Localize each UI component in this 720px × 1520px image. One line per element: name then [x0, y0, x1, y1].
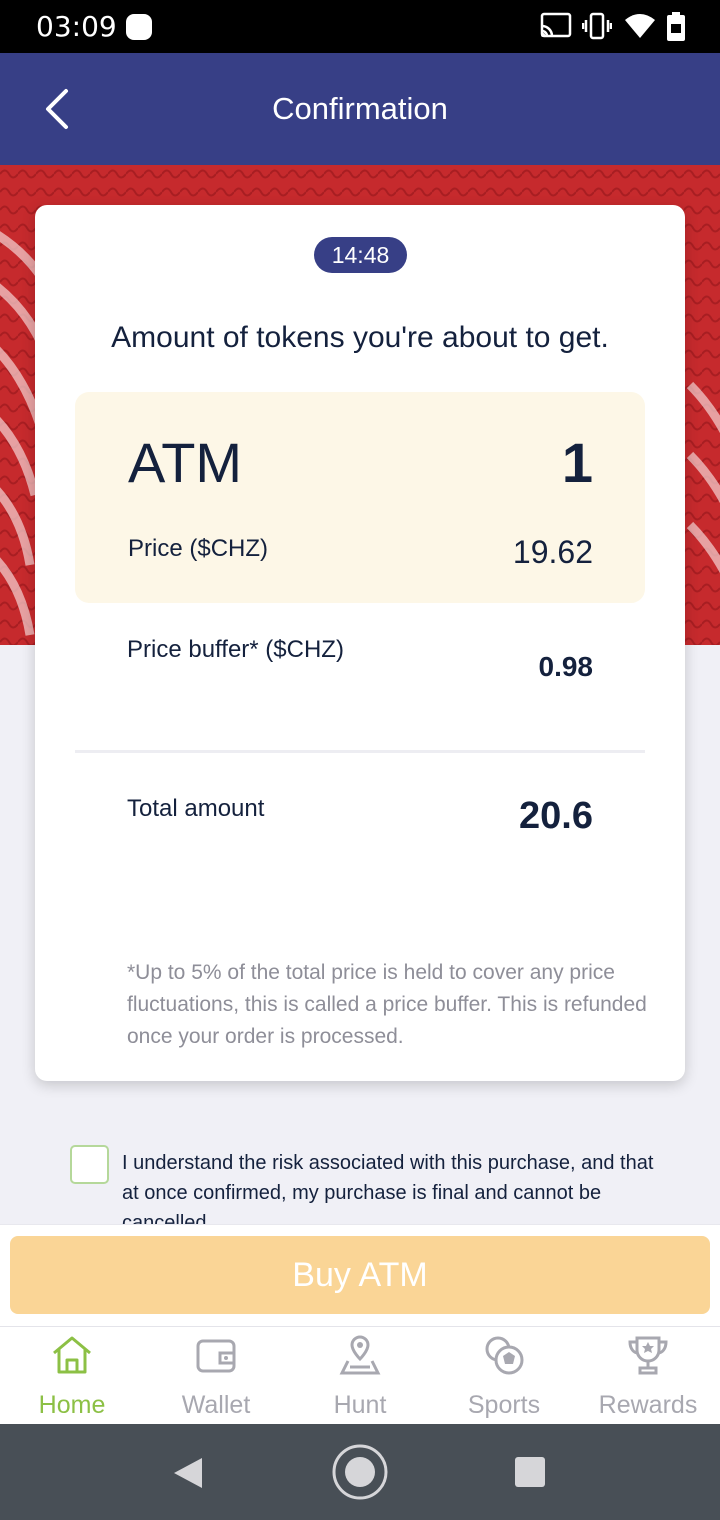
nav-item-wallet[interactable]: Wallet	[144, 1327, 288, 1425]
wallet-icon	[196, 1339, 236, 1373]
consent-text: I understand the risk associated with th…	[122, 1152, 654, 1224]
cast-icon	[540, 12, 572, 38]
price-buffer-note: *Up to 5% of the total price is held to …	[127, 961, 647, 1048]
system-recents-icon[interactable]	[514, 1456, 546, 1488]
risk-consent: I understand the risk associated with th…	[0, 1140, 720, 1224]
total-amount-value: 20.6	[519, 795, 593, 837]
bottom-nav: Home Wallet Hunt Sports Rewards	[0, 1326, 720, 1424]
status-time: 03:09	[36, 10, 117, 43]
status-bar: 03:09	[0, 0, 720, 53]
consent-checkbox[interactable]	[70, 1145, 109, 1184]
vibrate-icon	[582, 12, 612, 40]
confirmation-card: 14:48 Amount of tokens you're about to g…	[35, 205, 685, 1081]
nav-item-rewards[interactable]: Rewards	[576, 1327, 720, 1425]
token-quantity: 1	[561, 431, 593, 494]
card-heading: Amount of tokens you're about to get.	[111, 321, 609, 354]
nav-label-home: Home	[38, 1391, 106, 1419]
battery-icon	[667, 12, 685, 41]
divider	[75, 750, 645, 753]
system-back-icon[interactable]	[172, 1456, 204, 1490]
price-buffer-label: Price buffer* ($CHZ)	[127, 636, 344, 663]
ball-icon	[485, 1336, 524, 1375]
price-label: Price ($CHZ)	[128, 535, 269, 562]
total-amount-label: Total amount	[127, 795, 265, 822]
system-nav-bar	[0, 1424, 720, 1520]
notification-dot-icon	[126, 14, 152, 40]
buy-button[interactable]: Buy ATM	[10, 1236, 710, 1314]
app-bar: Confirmation	[0, 53, 720, 165]
price-value: 19.62	[512, 534, 593, 570]
nav-label-rewards: Rewards	[598, 1391, 698, 1419]
token-summary: ATM 1 Price ($CHZ) 19.62	[75, 392, 645, 603]
nav-label-wallet: Wallet	[181, 1391, 251, 1419]
countdown-timer: 14:48	[314, 237, 407, 273]
token-symbol: ATM	[128, 431, 243, 494]
map-pin-icon	[339, 1335, 381, 1375]
trophy-icon	[628, 1336, 668, 1375]
buy-footer: Buy ATM	[0, 1224, 720, 1326]
nav-item-home[interactable]: Home	[0, 1327, 144, 1425]
nav-label-sports: Sports	[467, 1391, 541, 1419]
page-title: Confirmation	[272, 91, 448, 126]
home-icon	[53, 1336, 91, 1374]
nav-item-hunt[interactable]: Hunt	[288, 1327, 432, 1425]
price-buffer-value: 0.98	[538, 651, 594, 682]
nav-label-hunt: Hunt	[333, 1391, 387, 1419]
wifi-icon	[625, 14, 655, 38]
system-home-icon[interactable]	[331, 1443, 389, 1501]
nav-item-sports[interactable]: Sports	[432, 1327, 576, 1425]
